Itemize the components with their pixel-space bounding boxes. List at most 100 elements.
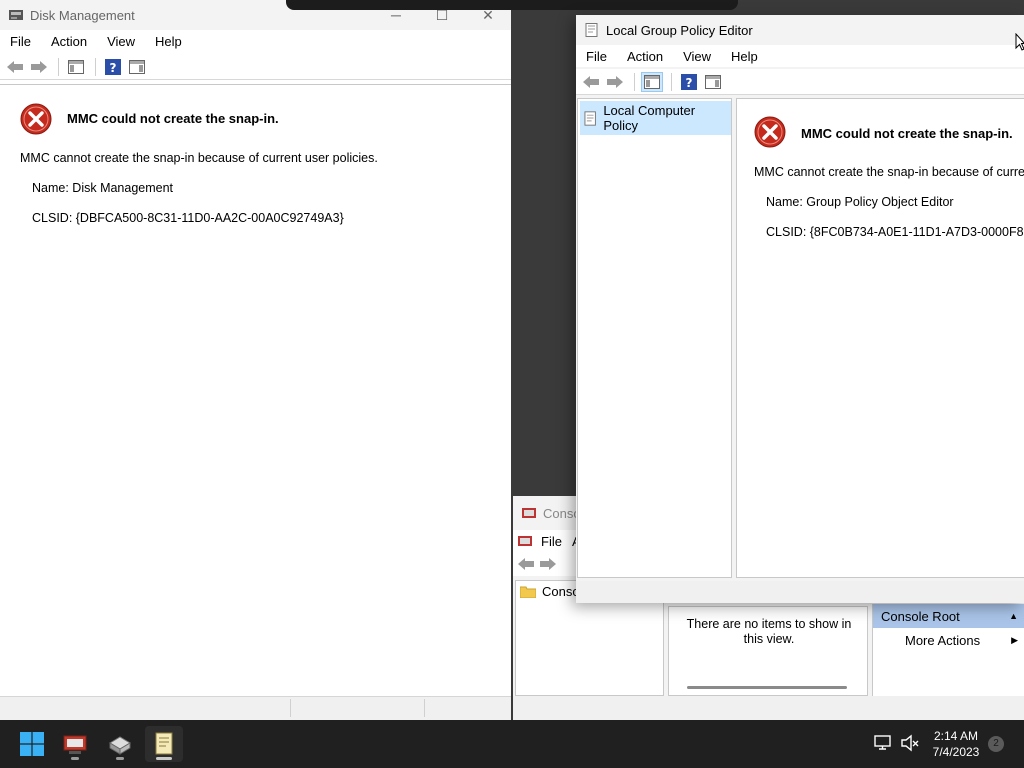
menu-view[interactable]: View (97, 34, 145, 49)
menu-help[interactable]: Help (145, 34, 192, 49)
help-icon: ? (105, 58, 121, 75)
clock-time: 2:14 AM (933, 729, 979, 743)
disk-management-statusbar (0, 696, 511, 720)
status-divider (290, 699, 291, 717)
svg-text:?: ? (686, 76, 693, 90)
back-arrow-icon (583, 75, 599, 88)
back-arrow-icon (7, 60, 23, 73)
console-menu-icon (518, 536, 532, 546)
status-divider (424, 699, 425, 717)
forward-arrow-icon (31, 60, 47, 73)
gpe-menu-action[interactable]: Action (617, 49, 673, 64)
error-icon (20, 103, 52, 135)
gpe-titlebar[interactable]: Local Group Policy Editor (576, 15, 1024, 45)
toolbar-separator (95, 57, 96, 76)
action-pane-icon (129, 59, 145, 74)
console-title: Conso (543, 505, 581, 521)
console-menu-file[interactable]: File (533, 534, 568, 549)
collapse-arrow-icon: ▲ (1009, 611, 1018, 621)
snap-in-clsid: CLSID: {DBFCA500-8C31-11D0-AA2C-00A0C927… (32, 211, 344, 225)
disk-management-content: MMC could not create the snap-in. MMC ca… (0, 84, 511, 696)
forward-button[interactable] (28, 57, 50, 77)
clock[interactable]: 2:14 AM 7/4/2023 (922, 728, 990, 760)
help-icon: ? (681, 73, 697, 90)
volume-muted-icon[interactable] (900, 734, 920, 754)
gpe-tree-label: Local Computer Policy (603, 103, 696, 133)
back-button[interactable] (4, 57, 26, 77)
gpe-content-pane: MMC could not create the snap-in. MMC ca… (736, 98, 1024, 578)
menu-file[interactable]: File (0, 34, 41, 49)
actions-header-label: Console Root (881, 608, 960, 624)
gpe-menubar: File Action View Help (576, 45, 1024, 67)
more-actions-label: More Actions (905, 632, 981, 648)
gpe-tree-item-local-computer-policy[interactable]: Local Computer Policy (580, 101, 731, 135)
disk-management-toolbar: ? (0, 54, 511, 80)
gpe-show-hide-tree-button[interactable] (641, 71, 663, 92)
gpe-action-pane-button[interactable] (702, 72, 724, 92)
console-tree-icon (644, 74, 660, 89)
console-tree-icon (68, 59, 84, 74)
gpe-snap-in-name: Name: Group Policy Object Editor (766, 195, 954, 209)
taskbar: 2:14 AM 7/4/2023 2 (0, 720, 1024, 768)
gpe-error-title: MMC could not create the snap-in. (801, 126, 1013, 141)
gpe-snap-in-clsid: CLSID: {8FC0B734-A0E1-11D1-A7D3-0000F875… (766, 225, 1024, 239)
disk-management-window: Disk Management ─ ☐ ✕ File Action View H… (0, 0, 511, 720)
computer-management-icon (63, 735, 87, 754)
disk-drive-icon (109, 736, 131, 755)
error-message: MMC cannot create the snap-in because of… (20, 151, 378, 165)
running-indicator (116, 757, 124, 760)
windows-logo-icon (20, 732, 44, 756)
back-arrow-icon[interactable] (517, 557, 535, 571)
actions-header[interactable]: Console Root ▲ (873, 604, 1024, 628)
taskbar-disk-management[interactable] (101, 726, 139, 762)
taskbar-group-policy-editor[interactable] (145, 726, 183, 762)
toolbar-separator (58, 57, 59, 76)
folder-icon (520, 586, 536, 598)
forward-arrow-icon[interactable] (539, 557, 557, 571)
gpe-app-icon (585, 23, 598, 37)
show-hide-tree-button[interactable] (65, 57, 87, 77)
gpe-menu-help[interactable]: Help (721, 49, 768, 64)
active-indicator (156, 757, 172, 760)
svg-text:?: ? (110, 61, 117, 75)
error-title: MMC could not create the snap-in. (67, 111, 279, 126)
error-icon (754, 116, 786, 148)
menu-action[interactable]: Action (41, 34, 97, 49)
policy-scroll-icon (155, 732, 173, 755)
gpe-statusbar (576, 581, 1024, 603)
gpe-toolbar: ? (576, 69, 1024, 95)
submenu-arrow-icon: ▶ (1011, 634, 1018, 645)
gpe-forward-button[interactable] (604, 72, 626, 92)
gpe-title: Local Group Policy Editor (606, 22, 753, 38)
gpe-tree-pane: Local Computer Policy (577, 98, 732, 578)
more-actions-item[interactable]: More Actions ▶ (873, 628, 1024, 652)
action-pane-icon (705, 74, 721, 89)
top-overlay-bar (286, 0, 738, 10)
snap-in-name: Name: Disk Management (32, 181, 174, 195)
start-button[interactable] (13, 726, 51, 762)
taskbar-computer-management[interactable] (56, 726, 94, 762)
disk-management-app-icon (9, 10, 23, 20)
network-icon[interactable] (873, 734, 893, 754)
console-results-pane: There are no items to show in this view. (668, 606, 868, 696)
help-button[interactable]: ? (102, 57, 124, 77)
clock-date: 7/4/2023 (932, 745, 980, 759)
toolbar-separator (634, 72, 635, 91)
console-app-icon (522, 508, 536, 518)
gpe-back-button[interactable] (580, 72, 602, 92)
notification-badge[interactable]: 2 (988, 736, 1004, 752)
gpe-error-message: MMC cannot create the snap-in because of… (754, 165, 1024, 179)
empty-view-message: There are no items to show in this view. (686, 617, 852, 646)
horizontal-scrollbar[interactable] (687, 686, 847, 689)
action-pane-button[interactable] (126, 57, 148, 77)
forward-arrow-icon (607, 75, 623, 88)
gpe-menu-file[interactable]: File (576, 49, 617, 64)
policy-document-icon (584, 110, 596, 126)
toolbar-separator (671, 72, 672, 91)
mouse-cursor-icon (1015, 33, 1024, 51)
disk-management-menubar: File Action View Help (0, 30, 511, 52)
gpe-help-button[interactable]: ? (678, 72, 700, 92)
console-statusbar (513, 696, 1024, 720)
gpe-menu-view[interactable]: View (673, 49, 721, 64)
running-indicator (71, 757, 79, 760)
